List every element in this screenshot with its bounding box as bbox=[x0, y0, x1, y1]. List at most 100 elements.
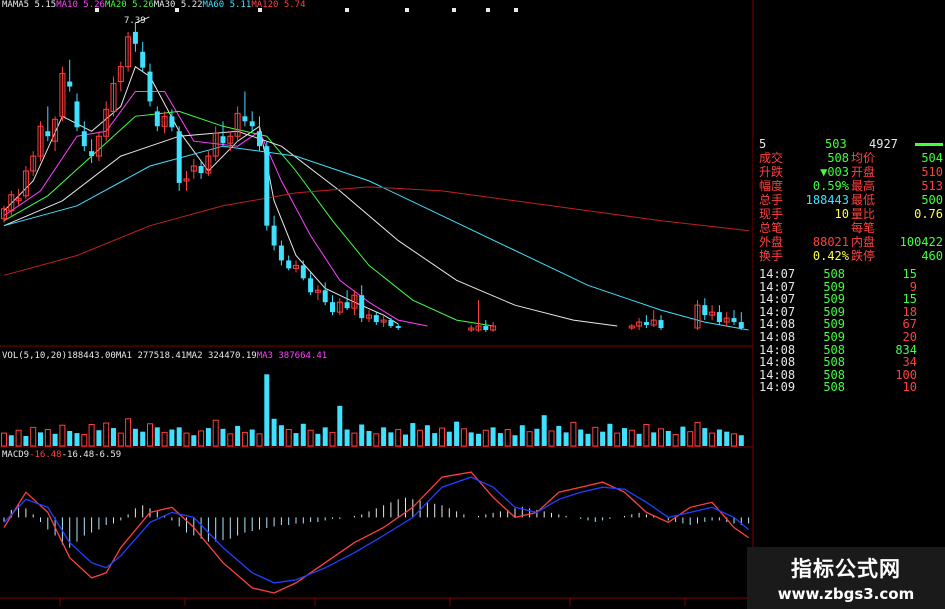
volume-bar bbox=[235, 425, 241, 446]
volume-bar bbox=[381, 427, 387, 446]
candle-body bbox=[176, 131, 182, 183]
volume-bar bbox=[636, 433, 642, 446]
volume-bar bbox=[563, 432, 569, 446]
candle-body bbox=[716, 312, 722, 323]
quote-label2: 最高 bbox=[851, 179, 876, 193]
volume-bar bbox=[293, 433, 299, 446]
quote-label: 现手 bbox=[759, 207, 784, 221]
volume-legend: VOL(5,10,20)188443.00MA1 277518.41MA2 32… bbox=[2, 351, 327, 362]
volume-bar bbox=[249, 429, 255, 446]
quote-label: 幅度 bbox=[759, 179, 784, 193]
candle-body bbox=[132, 31, 138, 44]
quote-value: 0.59% bbox=[812, 179, 849, 193]
volume-bar bbox=[504, 429, 511, 447]
volume-bar bbox=[534, 428, 540, 446]
volume-bar bbox=[526, 431, 533, 447]
volume-bar bbox=[227, 433, 234, 447]
volume-bar bbox=[88, 424, 95, 447]
candle-body bbox=[257, 131, 262, 147]
volume-bar bbox=[432, 433, 438, 446]
tick-vol: 10 bbox=[902, 380, 917, 395]
quote-label2: 均价 bbox=[851, 151, 876, 165]
candle-body bbox=[278, 245, 284, 261]
quote-stat-row: 外盘 88021 内盘 100422 bbox=[753, 235, 945, 249]
macd-dif-line bbox=[3, 471, 749, 594]
volume-bar bbox=[1, 432, 7, 447]
volume-bar bbox=[125, 418, 132, 447]
peak-label: 7.39 bbox=[124, 16, 146, 26]
candle-body bbox=[220, 136, 226, 144]
quote-value: 10 bbox=[834, 207, 849, 221]
volume-bar bbox=[38, 432, 43, 446]
legend-item: MA10 5.26 bbox=[56, 0, 105, 10]
tick-time: 14:09 bbox=[759, 380, 796, 395]
quote-stat-row: 幅度 0.59% 最高 513 bbox=[753, 179, 945, 193]
quote-value2: 504 bbox=[921, 151, 943, 165]
candle-body bbox=[286, 260, 292, 269]
quote-value2: 460 bbox=[921, 249, 943, 263]
candle-body bbox=[147, 71, 153, 102]
volume-bar bbox=[44, 429, 51, 447]
bid-volume-bar bbox=[915, 143, 943, 146]
legend-item: MA20 5.26 bbox=[104, 0, 154, 10]
bid-price: 503 bbox=[825, 137, 847, 151]
candle-body bbox=[140, 51, 146, 68]
candle-body bbox=[271, 225, 277, 246]
top-marker bbox=[486, 8, 490, 12]
volume-bar bbox=[322, 427, 328, 446]
quote-label: 总笔 bbox=[759, 221, 784, 235]
volume-bar bbox=[344, 429, 350, 446]
volume-bar bbox=[329, 431, 336, 447]
volume-bar bbox=[132, 428, 138, 446]
top-marker bbox=[452, 8, 456, 12]
candle-body bbox=[738, 322, 744, 329]
volume-bar bbox=[52, 433, 58, 446]
legend-item: -16.48 bbox=[61, 450, 95, 460]
volume-bar bbox=[271, 418, 277, 446]
quote-label2: 每笔 bbox=[851, 221, 876, 235]
candle-body bbox=[264, 146, 270, 226]
legend-item: MA3 387664.41 bbox=[256, 351, 328, 361]
volume-bar bbox=[337, 405, 343, 446]
candle-body bbox=[300, 265, 306, 279]
volume-bar bbox=[665, 430, 671, 446]
watermark: 指标公式网 www.zbgs3.com bbox=[747, 547, 945, 609]
volume-bar bbox=[67, 430, 73, 446]
legend-item: -6.59 bbox=[94, 450, 122, 460]
ma-line-ma120 bbox=[3, 186, 749, 276]
bid-volume: 4927 bbox=[869, 137, 898, 151]
ma-line-ma20 bbox=[3, 110, 494, 327]
volume-bar bbox=[111, 428, 116, 446]
volume-bar bbox=[169, 429, 175, 446]
volume-bar bbox=[519, 425, 525, 446]
volume-bar bbox=[716, 429, 722, 446]
volume-bar bbox=[359, 424, 365, 446]
volume-bar bbox=[622, 428, 627, 446]
quote-value2: 513 bbox=[921, 179, 943, 193]
volume-bar bbox=[117, 432, 124, 447]
volume-bar bbox=[8, 435, 14, 446]
volume-bar bbox=[198, 430, 205, 447]
candle-body bbox=[395, 326, 401, 329]
volume-bar bbox=[366, 430, 372, 446]
macd-dea-line bbox=[3, 476, 750, 584]
volume-bar bbox=[30, 426, 37, 447]
volume-bar bbox=[512, 435, 518, 446]
legend-item: 188443.00 bbox=[67, 351, 116, 361]
volume-bar bbox=[388, 432, 394, 446]
volume-bar bbox=[256, 433, 263, 447]
volume-bar bbox=[191, 435, 197, 446]
volume-bar bbox=[687, 431, 694, 447]
volume-bar bbox=[315, 433, 321, 446]
quote-stat-row: 总笔 每笔 bbox=[753, 221, 945, 235]
watermark-url: www.zbgs3.com bbox=[777, 585, 915, 603]
chart-grid bbox=[0, 0, 754, 609]
volume-bar bbox=[74, 433, 80, 446]
volume-bar bbox=[147, 423, 153, 447]
volume-bar bbox=[300, 423, 306, 446]
volume-bar bbox=[161, 431, 168, 447]
candle-body bbox=[242, 116, 248, 122]
candle-body bbox=[74, 101, 80, 128]
legend-item: MA2 324470.19 bbox=[186, 351, 257, 361]
quote-value: 508 bbox=[827, 151, 849, 165]
